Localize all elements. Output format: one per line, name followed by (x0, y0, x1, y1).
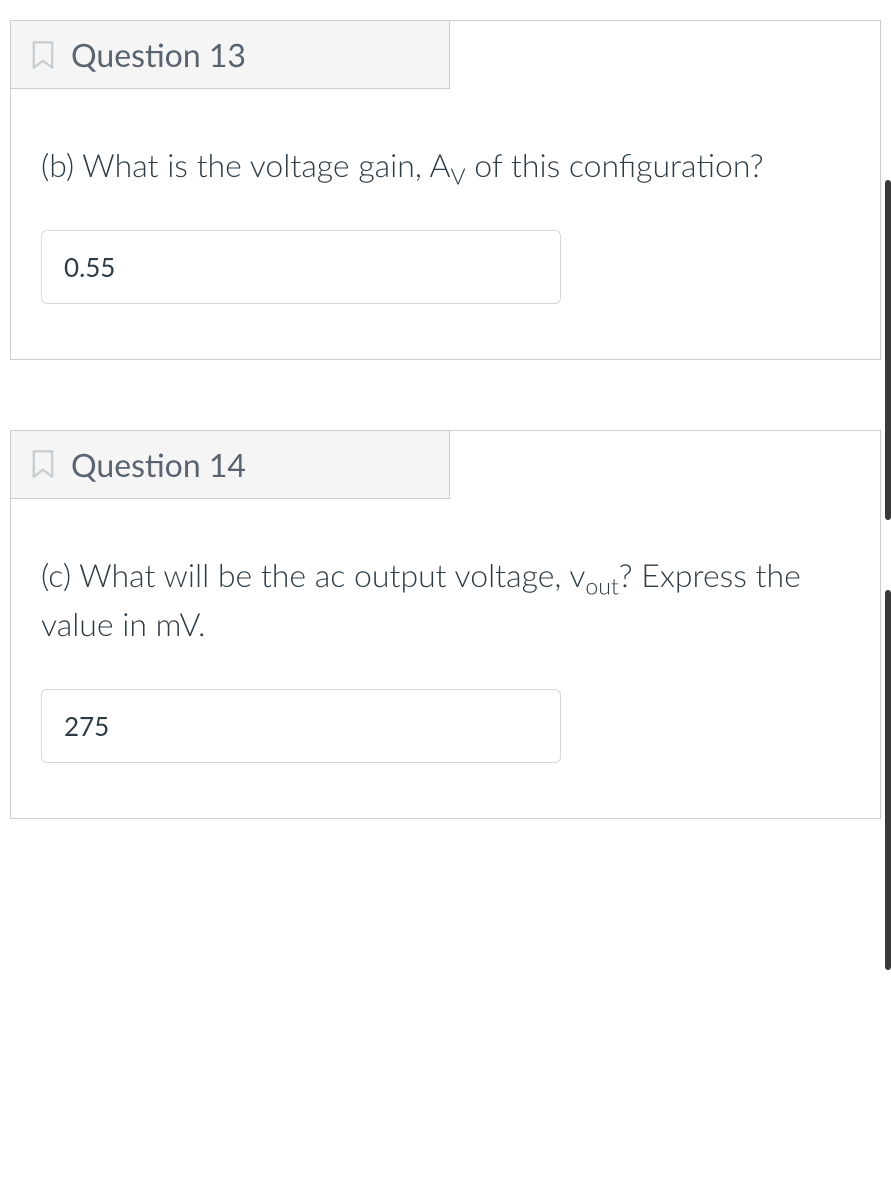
scroll-indicator (885, 590, 891, 970)
bookmark-icon[interactable] (29, 40, 57, 70)
question-header: Question 13 (10, 20, 450, 89)
question-card: Question 14 (c) What will be the ac outp… (10, 430, 881, 819)
scroll-indicator (885, 180, 891, 520)
question-prompt: (b) What is the voltage gain, AV of this… (41, 140, 850, 190)
question-number: Question 13 (71, 35, 246, 74)
question-header: Question 14 (10, 430, 450, 499)
answer-input[interactable] (41, 230, 561, 304)
question-body: (b) What is the voltage gain, AV of this… (11, 90, 880, 359)
question-prompt: (c) What will be the ac output voltage, … (41, 550, 850, 649)
question-card: Question 13 (b) What is the voltage gain… (10, 20, 881, 360)
question-number: Question 14 (71, 445, 246, 484)
question-body: (c) What will be the ac output voltage, … (11, 500, 880, 818)
bookmark-icon[interactable] (29, 449, 57, 479)
answer-input[interactable] (41, 689, 561, 763)
